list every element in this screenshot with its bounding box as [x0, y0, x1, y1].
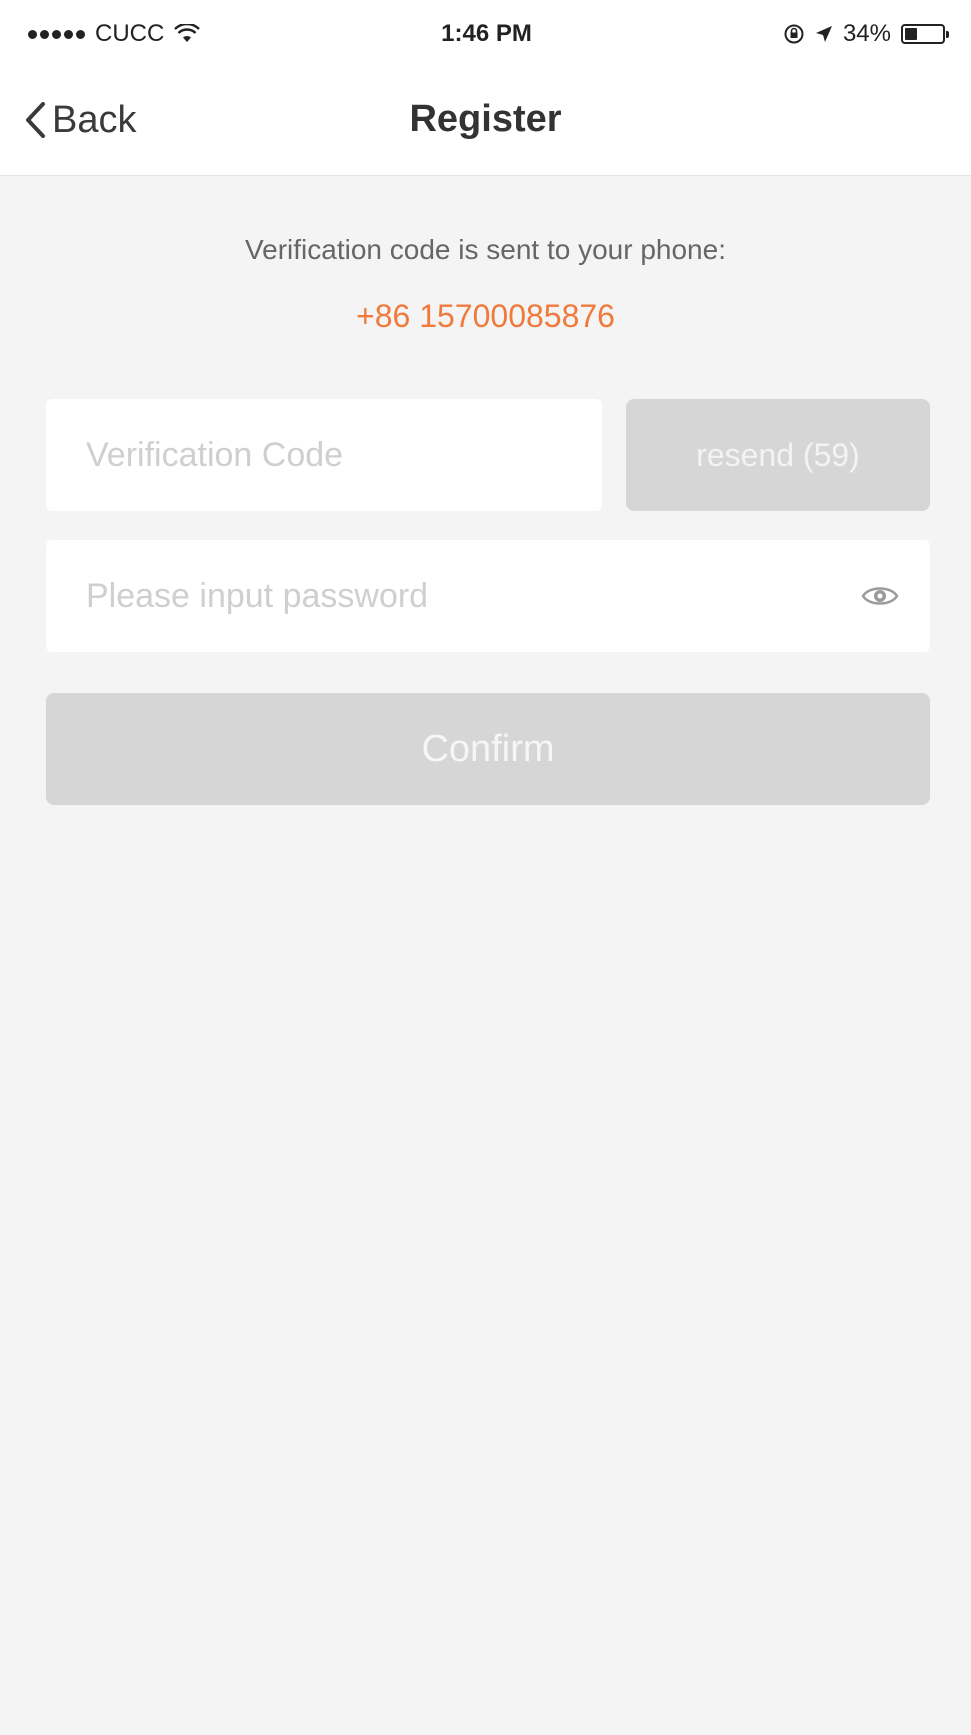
status-right: 34% [645, 20, 949, 48]
location-arrow-icon [815, 26, 832, 42]
eye-icon[interactable] [860, 576, 900, 616]
signal-dots-icon [28, 29, 85, 39]
resend-button[interactable]: resend (59) [626, 399, 930, 511]
battery-percent: 34% [842, 20, 891, 47]
carrier-label: CUCC [95, 20, 165, 47]
lock-rotation-icon [784, 24, 804, 44]
status-bar: CUCC 1:46 PM 34% [0, 0, 971, 68]
navigation-bar: Back Register [0, 68, 971, 176]
verification-code-input[interactable] [46, 399, 602, 511]
wifi-icon [174, 24, 201, 42]
confirm-button[interactable]: Confirm [46, 693, 930, 805]
status-left: CUCC [28, 20, 328, 48]
verification-message: Verification code is sent to your phone: [245, 234, 726, 265]
password-input[interactable] [46, 540, 826, 652]
battery-icon [900, 24, 949, 44]
status-time: 1:46 PM [441, 20, 532, 47]
battery-level [904, 28, 917, 40]
page-title: Register [409, 98, 562, 140]
phone-number: +86 15700085876 [356, 298, 615, 334]
password-field [46, 540, 930, 652]
